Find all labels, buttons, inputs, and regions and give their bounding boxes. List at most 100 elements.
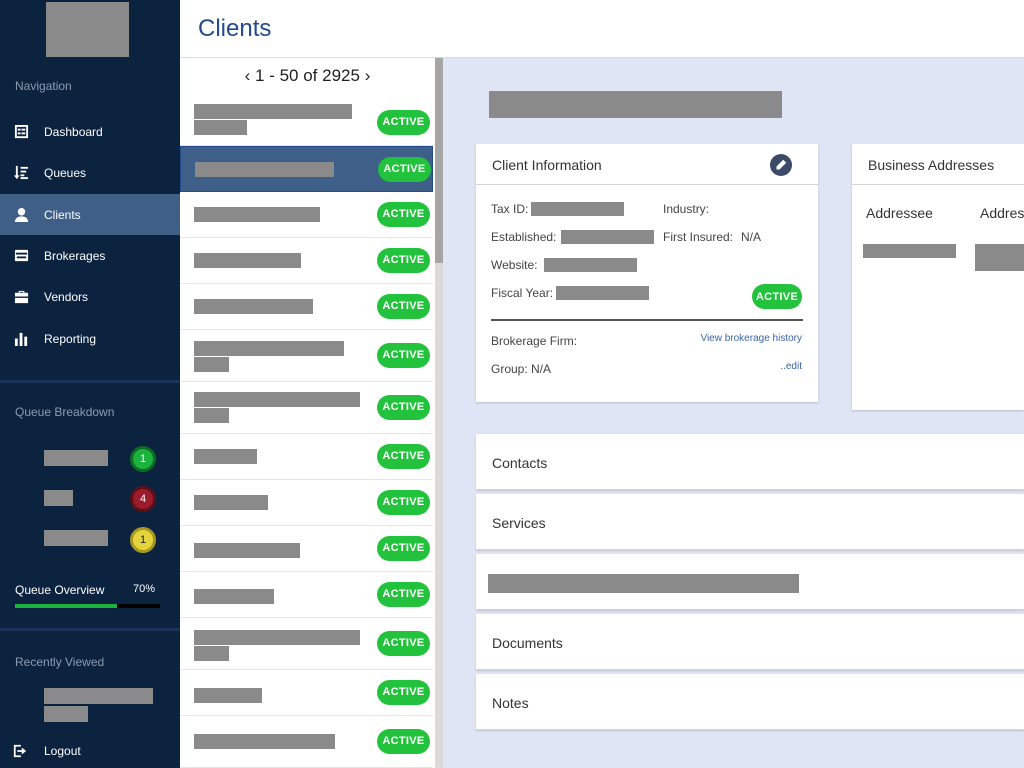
client-list-item[interactable]: ACTIVE [180,434,433,480]
status-badge: ACTIVE [377,342,430,368]
queue-count-badge[interactable]: 1 [130,527,156,553]
nav-heading: Navigation [15,79,72,93]
established-value-placeholder [561,230,654,244]
client-name-placeholder [194,392,360,407]
status-badge: ACTIVE [377,535,430,561]
client-list-item[interactable]: ACTIVE [180,618,433,670]
section-title: Notes [492,695,529,711]
status-badge: ACTIVE [377,728,430,754]
next-page-button[interactable]: › [365,66,371,85]
notes-section[interactable]: Notes [476,674,1024,730]
client-name-placeholder [194,299,313,314]
queue-count-badge[interactable]: 1 [130,446,156,472]
divider [0,628,180,631]
top-bar: Clients [180,0,1024,58]
divider [491,319,803,321]
status-badge: ACTIVE [377,109,430,135]
website-value-placeholder[interactable] [544,258,637,272]
client-list-item[interactable]: ACTIVE [180,716,433,768]
client-list-item[interactable]: ACTIVE [180,382,433,434]
client-list-item[interactable]: ACTIVE [180,284,433,330]
client-name-placeholder [194,341,344,356]
sidebar-item-brokerages[interactable]: Brokerages [0,235,180,276]
list-scrollbar-thumb[interactable] [435,58,443,263]
queue-breakdown-heading: Queue Breakdown [15,405,115,419]
card-header: Business Addresses [852,144,1024,185]
client-list-item[interactable]: ACTIVE [180,526,433,572]
addressee-placeholder [863,244,956,258]
sidebar: Navigation Dashboard Queues Clients Brok… [0,0,180,768]
sidebar-item-label: Clients [44,207,81,222]
documents-section[interactable]: Documents [476,614,1024,670]
sidebar-item-vendors[interactable]: Vendors [0,276,180,317]
sidebar-item-label: Reporting [44,331,97,346]
client-name-placeholder [195,162,334,177]
website-label: Website: [491,258,538,272]
sidebar-item-dashboard[interactable]: Dashboard [0,111,180,152]
client-list-item[interactable]: ACTIVE [180,330,433,382]
client-list-item[interactable]: ACTIVE [180,480,433,526]
status-badge: ACTIVE [377,394,430,420]
services-section[interactable]: Services [476,494,1024,550]
status-badge: ACTIVE [377,293,430,319]
status-badge: ACTIVE [377,679,430,705]
logout-button[interactable]: Logout [13,744,81,758]
tax-id-value-placeholder [531,202,624,216]
client-name-placeholder [194,495,268,510]
sidebar-item-reporting[interactable]: Reporting [0,318,180,359]
recent-item-placeholder[interactable] [44,706,88,722]
address-placeholder [975,244,1024,271]
fiscal-year-value-placeholder [556,286,649,300]
client-name-placeholder [489,91,782,118]
address-column-header: Address [980,205,1024,221]
pagination: ‹ 1 - 50 of 2925 › [180,66,435,86]
client-list-item[interactable]: ACTIVE [180,238,433,284]
client-name-placeholder [194,104,352,119]
addressee-column-header: Addressee [866,205,933,221]
queue-overview-progress [15,604,160,608]
logout-label: Logout [44,744,81,758]
client-name-placeholder [194,120,247,135]
client-list-item[interactable]: ACTIVE [180,572,433,618]
redacted-section[interactable] [476,554,1024,610]
sidebar-item-label: Vendors [44,289,89,304]
client-list-item[interactable]: ACTIVE [180,146,433,192]
client-name-placeholder [194,589,274,604]
group-label: Group: N/A [491,362,552,376]
user-icon [13,207,29,223]
bar-chart-icon [13,331,29,347]
first-insured-value: N/A [741,230,762,244]
queue-overview-percent: 70% [133,583,156,595]
fiscal-year-label: Fiscal Year: [491,286,554,300]
sidebar-item-label: Dashboard [44,124,103,139]
status-badge: ACTIVE [377,443,430,469]
edit-button[interactable] [770,154,792,176]
progress-fill [15,604,117,608]
divider [0,380,180,383]
pencil-icon [776,159,787,170]
client-list-item[interactable]: ACTIVE [180,192,433,238]
client-information-card: Client Information Tax ID: Industry: Est… [476,144,818,402]
recently-viewed-heading: Recently Viewed [15,655,105,669]
queue-count-badge[interactable]: 4 [130,486,156,512]
section-title: Documents [492,635,563,651]
view-brokerage-history-link[interactable]: View brokerage history [700,333,802,344]
sidebar-item-queues[interactable]: Queues [0,152,180,193]
client-name-placeholder [194,646,229,661]
sidebar-item-label: Brokerages [44,248,106,263]
client-list-item[interactable]: ACTIVE [180,670,433,716]
prev-page-button[interactable]: ‹ [245,66,251,85]
client-list-item[interactable]: ACTIVE [180,100,433,146]
status-badge: ACTIVE [378,156,431,182]
tax-id-label: Tax ID: [491,202,529,216]
client-name-placeholder [194,734,335,749]
client-name-placeholder [194,543,300,558]
edit-group-link[interactable]: ..edit [780,361,802,372]
recent-item-placeholder[interactable] [44,688,153,704]
dashboard-icon [13,124,29,140]
sidebar-item-clients[interactable]: Clients [0,194,180,235]
contacts-section[interactable]: Contacts [476,434,1024,490]
status-badge: ACTIVE [377,247,430,273]
established-label: Established: [491,230,557,244]
queue-name-placeholder [44,450,108,466]
